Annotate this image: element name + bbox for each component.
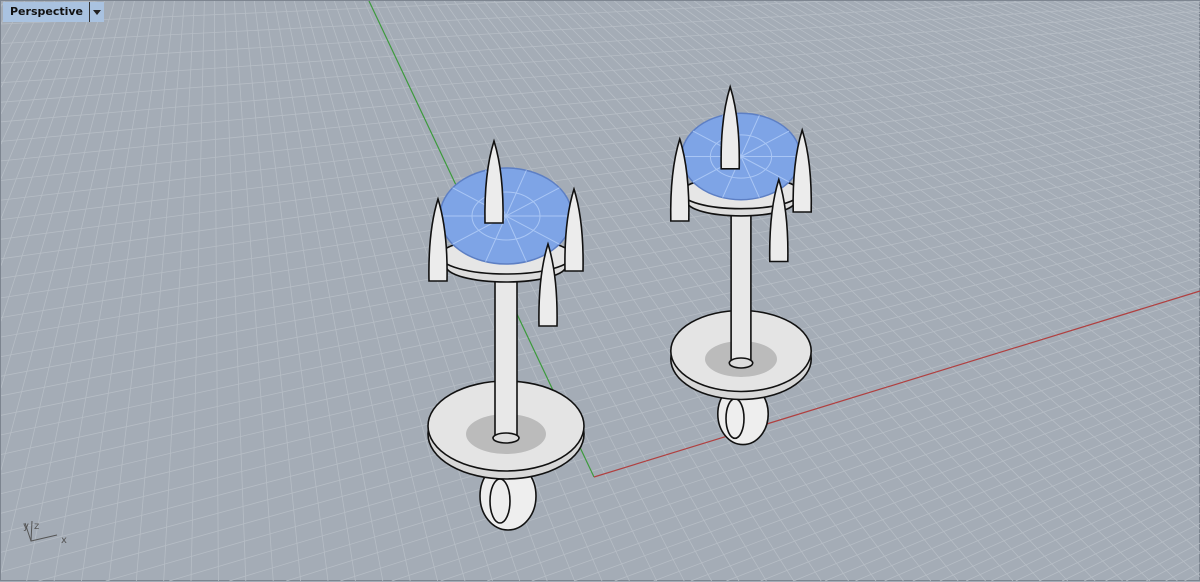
grid-line xyxy=(1039,504,1200,581)
grid-line xyxy=(544,1,1123,581)
grid-line xyxy=(966,474,1200,581)
grid-line xyxy=(744,1,1200,287)
grid-line xyxy=(1,179,1200,435)
earring-post xyxy=(731,201,751,363)
grid-line xyxy=(1154,1,1200,17)
grid-line xyxy=(1,248,1200,572)
grid-line xyxy=(109,1,174,581)
grid-line xyxy=(1,21,1200,122)
axis-triad-icon: y z x xyxy=(21,519,81,551)
earring xyxy=(428,141,584,530)
scene-canvas[interactable] xyxy=(1,1,1200,582)
axis-x-label: x xyxy=(61,535,67,546)
grid-line xyxy=(169,277,1200,581)
grid-line xyxy=(214,1,218,581)
grid-line xyxy=(54,1,154,581)
grid-line xyxy=(1094,1,1200,41)
viewport-tab[interactable]: Perspective xyxy=(3,2,104,22)
grid-line xyxy=(1,120,1200,318)
grid-line xyxy=(224,1,246,581)
grid-line xyxy=(1126,543,1200,581)
grid-line xyxy=(1,228,1200,533)
earring-post-ring xyxy=(729,358,752,368)
grid-line xyxy=(264,1,355,581)
grid-line xyxy=(854,1,1200,181)
grid-line xyxy=(39,257,1200,581)
grid-line xyxy=(594,1,1200,529)
grid-line xyxy=(1,1,84,219)
grid-line xyxy=(1,1,124,470)
earring-post-ring xyxy=(493,433,519,443)
grid-line xyxy=(532,346,1200,581)
perspective-viewport[interactable]: Perspective y z x xyxy=(0,0,1200,581)
earring-prong xyxy=(485,141,503,223)
earring-prong xyxy=(721,87,739,169)
grid-line xyxy=(1106,533,1200,581)
grid-line xyxy=(1,1,1041,63)
grid-line xyxy=(1,70,1200,219)
grid-line xyxy=(106,267,1200,581)
viewport-title[interactable]: Perspective xyxy=(3,2,89,22)
axis-z-label: z xyxy=(34,521,39,532)
grid-line xyxy=(534,1,1095,581)
grid-line xyxy=(1062,514,1200,582)
triangle-down-icon[interactable] xyxy=(89,2,104,22)
construction-grid xyxy=(1,1,1200,581)
grid-line xyxy=(1,159,1200,396)
grid-line xyxy=(244,1,300,581)
grid-line xyxy=(1184,573,1200,581)
grid-line xyxy=(1,139,1200,356)
grid-line xyxy=(825,425,1200,581)
grid-line xyxy=(934,1,1200,124)
grid-line xyxy=(414,1,766,581)
grid-line xyxy=(794,1,1200,233)
grid-line xyxy=(1,238,1200,553)
grid-line xyxy=(1134,1,1200,25)
axis-y-label: y xyxy=(23,521,29,532)
grid-line xyxy=(404,1,739,581)
grid-line xyxy=(834,1,1200,197)
grid-line xyxy=(814,1,1200,215)
